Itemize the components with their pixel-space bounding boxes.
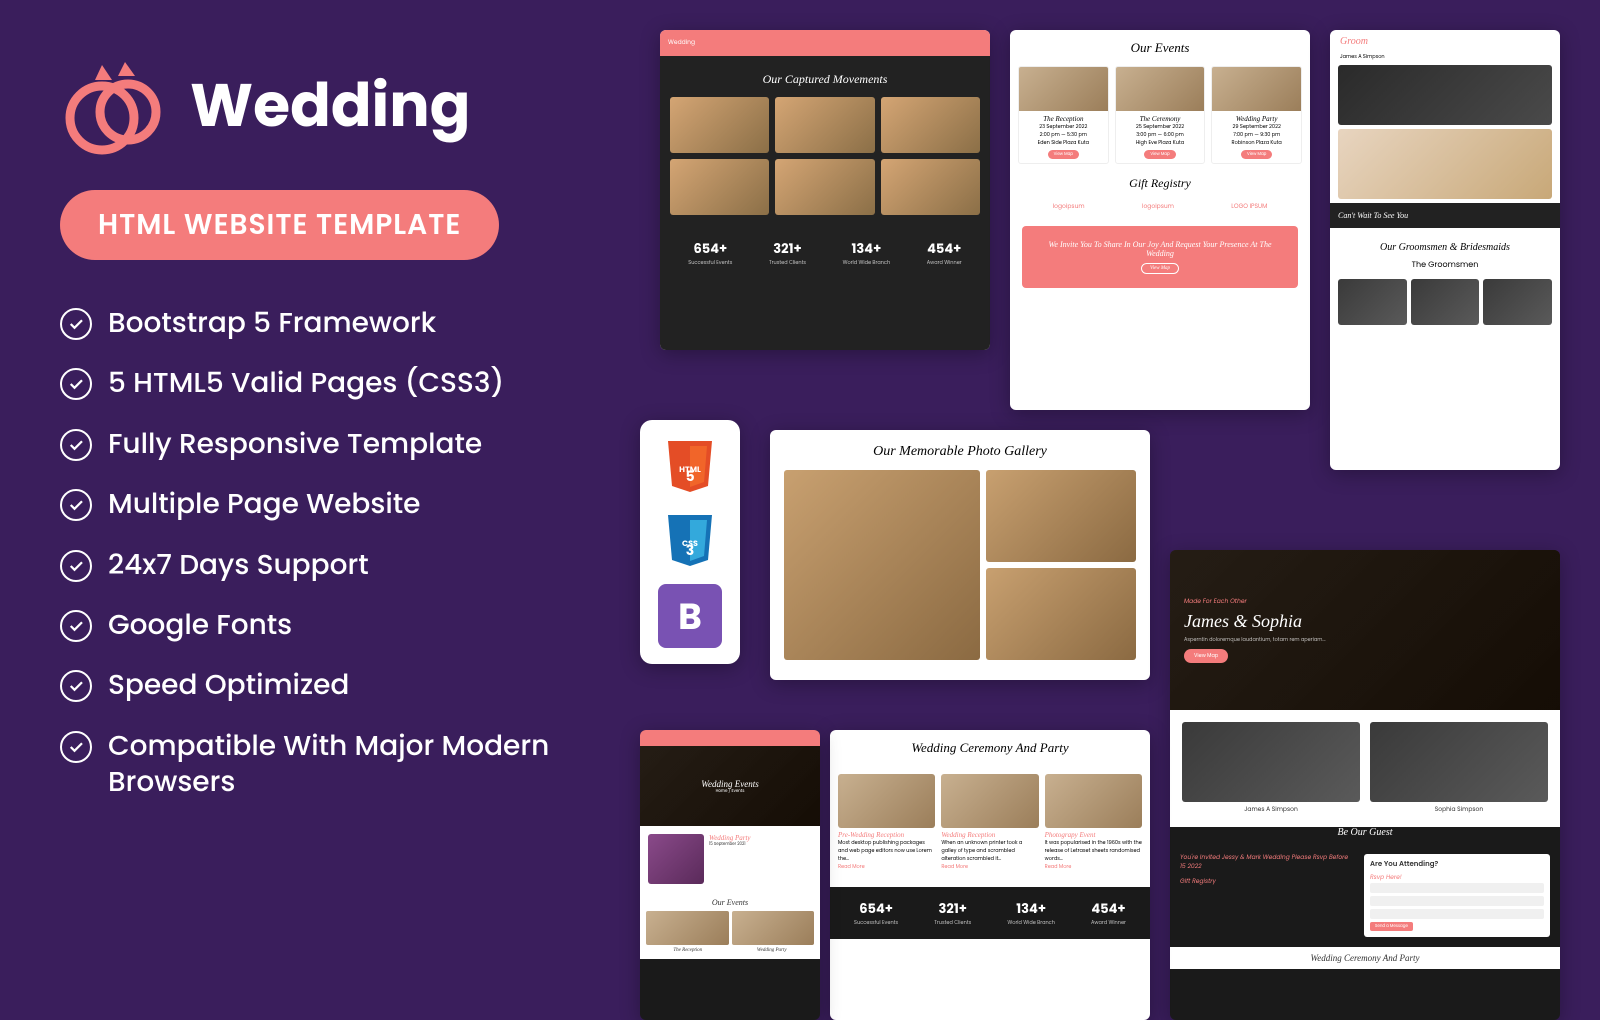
tech-stack-badges: HTML5 CSS3 B	[640, 420, 740, 664]
check-icon	[60, 489, 92, 521]
feature-item: Compatible With Major Modern Browsers	[60, 728, 620, 801]
check-icon	[60, 550, 92, 582]
template-preview-gallery: Our Memorable Photo Gallery	[770, 430, 1150, 680]
template-preview-moments: Wedding Our Captured Movements 654+Succe…	[660, 30, 990, 350]
feature-list: Bootstrap 5 Framework 5 HTML5 Valid Page…	[60, 305, 620, 801]
template-preview-ceremony: Wedding Ceremony And Party Pre-Wedding R…	[830, 730, 1150, 1020]
check-icon	[60, 731, 92, 763]
svg-text:3: 3	[686, 540, 694, 560]
feature-item: Fully Responsive Template	[60, 426, 620, 462]
feature-item: 5 HTML5 Valid Pages (CSS3)	[60, 365, 620, 401]
check-icon	[60, 670, 92, 702]
feature-item: 24x7 Days Support	[60, 547, 620, 583]
css3-icon: CSS3	[660, 510, 720, 570]
template-preview-groom: Groom James A Simpson Can't Wait To See …	[1330, 30, 1560, 470]
svg-text:5: 5	[685, 466, 694, 486]
feature-item: Speed Optimized	[60, 667, 620, 703]
check-icon	[60, 308, 92, 340]
template-preview-homepage: Made For Each Other James & Sophia Asper…	[1170, 550, 1560, 1020]
template-preview-events-page: Wedding EventsHome / Events Wedding Part…	[640, 730, 820, 1020]
check-icon	[60, 429, 92, 461]
check-icon	[60, 368, 92, 400]
feature-item: Google Fonts	[60, 607, 620, 643]
wedding-rings-icon	[60, 50, 170, 160]
logo-text: Wedding	[190, 60, 470, 150]
feature-item: Multiple Page Website	[60, 486, 620, 522]
template-preview-events: Our Events The Reception23 September 202…	[1010, 30, 1310, 410]
html5-icon: HTML5	[660, 436, 720, 496]
feature-item: Bootstrap 5 Framework	[60, 305, 620, 341]
check-icon	[60, 610, 92, 642]
logo: Wedding	[60, 50, 620, 160]
template-type-badge: HTML WEBSITE TEMPLATE	[60, 190, 499, 260]
bootstrap-icon: B	[658, 584, 722, 648]
